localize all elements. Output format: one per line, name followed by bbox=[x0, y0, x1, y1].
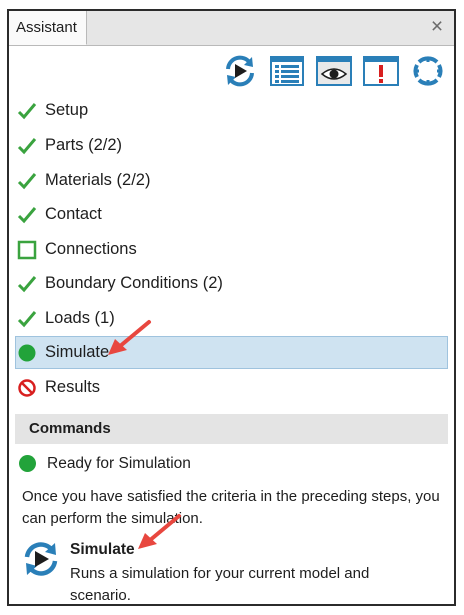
ready-status: Ready for Simulation bbox=[15, 450, 191, 478]
step-boundary-conditions[interactable]: Boundary Conditions (2) bbox=[15, 267, 448, 300]
step-parts[interactable]: Parts (2/2) bbox=[15, 129, 448, 162]
green-dot-icon bbox=[18, 344, 36, 362]
check-icon bbox=[17, 311, 37, 328]
simulate-refresh-icon[interactable] bbox=[21, 539, 61, 579]
check-icon bbox=[17, 207, 37, 224]
step-label: Parts (2/2) bbox=[45, 136, 123, 154]
step-label: Boundary Conditions (2) bbox=[45, 274, 223, 292]
step-label: Results bbox=[45, 378, 101, 396]
simulate-refresh-icon[interactable] bbox=[222, 53, 258, 89]
step-label: Loads (1) bbox=[45, 309, 115, 327]
tab-strip: Assistant × bbox=[9, 11, 454, 46]
commands-description: Once you have satisfied the criteria in … bbox=[22, 488, 440, 527]
empty-square-icon bbox=[17, 240, 37, 260]
step-label: Contact bbox=[45, 205, 102, 223]
close-icon[interactable]: × bbox=[426, 16, 448, 38]
ready-status-text: Ready for Simulation bbox=[47, 455, 191, 472]
step-loads[interactable]: Loads (1) bbox=[15, 302, 448, 335]
step-simulate[interactable]: Simulate bbox=[15, 336, 448, 369]
commands-header: Commands bbox=[15, 414, 448, 444]
step-connections[interactable]: Connections bbox=[15, 233, 448, 266]
tab-assistant[interactable]: Assistant bbox=[9, 11, 87, 45]
check-icon bbox=[17, 138, 37, 155]
check-icon bbox=[17, 173, 37, 190]
step-contact[interactable]: Contact bbox=[15, 198, 448, 231]
alert-icon[interactable] bbox=[363, 53, 399, 89]
green-dot-icon bbox=[19, 455, 36, 472]
assistant-panel: Assistant × Setup Parts (2/2) Materials … bbox=[7, 9, 456, 606]
eye-icon[interactable] bbox=[316, 53, 352, 89]
step-label: Connections bbox=[45, 240, 137, 258]
reset-icon[interactable] bbox=[410, 53, 446, 89]
step-materials[interactable]: Materials (2/2) bbox=[15, 164, 448, 197]
step-label: Materials (2/2) bbox=[45, 171, 151, 189]
prohibited-icon bbox=[18, 379, 36, 397]
simulate-command[interactable]: Simulate Runs a simulation for your curr… bbox=[21, 539, 441, 605]
simulate-command-title[interactable]: Simulate bbox=[70, 539, 135, 561]
step-label: Setup bbox=[45, 101, 89, 119]
step-setup[interactable]: Setup bbox=[15, 94, 448, 127]
step-label: Simulate bbox=[45, 343, 110, 361]
check-icon bbox=[17, 276, 37, 293]
step-results[interactable]: Results bbox=[15, 371, 448, 404]
assistant-toolbar bbox=[222, 53, 446, 89]
simulate-command-description: Runs a simulation for your current model… bbox=[70, 565, 370, 604]
list-view-icon[interactable] bbox=[269, 53, 305, 89]
check-icon bbox=[17, 103, 37, 120]
